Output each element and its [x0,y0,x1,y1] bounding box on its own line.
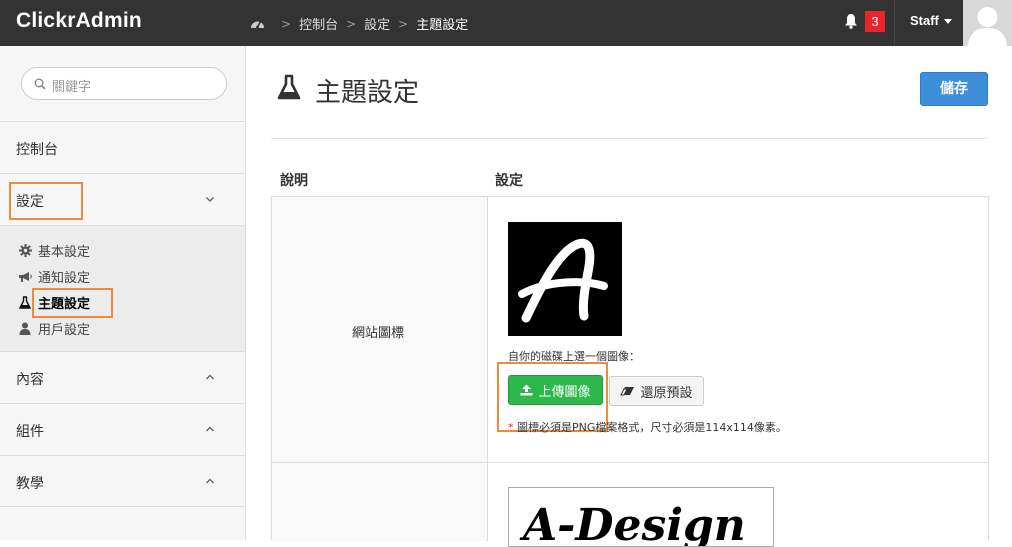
breadcrumb-separator: > [346,16,357,31]
top-navbar: ClickrAdmin > 控制台 > 設定 > 主題設定 3 Staff [0,0,1012,46]
save-button[interactable]: 儲存 [920,72,988,106]
highlight-box [9,182,83,220]
notification-badge[interactable]: 3 [865,11,885,32]
avatar[interactable] [963,0,1012,46]
submenu-item-label: 基本設定 [38,245,91,260]
user-menu[interactable]: Staff [910,13,952,28]
sidebar-item-label: 內容 [16,372,44,388]
column-header-setting: 設定 [495,173,523,189]
description-column: 網站圖標 [272,197,488,541]
user-icon [18,322,32,336]
file-requirements-note: * 圖標必須是PNG檔案格式，尺寸必須是114x114像素。 [508,419,787,435]
navbar-divider [894,0,895,46]
sidebar-item-label: 組件 [16,424,44,440]
flask-icon [18,296,32,310]
sidebar: 關鍵字 控制台 設定 基本設定 通知設定 主題設定 用戶設定 內容 組件 教學 [0,46,246,540]
sidebar-item-components[interactable]: 組件 [0,403,245,455]
column-header-description: 說明 [280,173,308,189]
row-divider [272,462,988,463]
required-asterisk: * [508,421,514,434]
breadcrumb: > 控制台 > 設定 > 主題設定 [250,14,468,33]
submenu-item-user-settings[interactable]: 用戶設定 [18,319,90,338]
chevron-up-icon [206,426,214,432]
search-placeholder: 關鍵字 [52,80,92,95]
gear-icon [18,244,32,258]
bell-icon[interactable] [844,13,858,33]
restore-default-button[interactable]: 還原預設 [609,376,704,406]
caret-down-icon [943,19,952,25]
breadcrumb-dashboard[interactable]: 控制台 [299,14,338,33]
submenu-item-notification-settings[interactable]: 通知設定 [18,267,90,286]
breadcrumb-separator: > [398,16,409,31]
row-description: 網站圖標 [352,326,405,341]
page-title: 主題設定 [315,78,420,108]
submenu-item-label: 用戶設定 [38,323,91,338]
flask-icon [277,74,301,104]
site-icon-preview [508,222,622,336]
submenu-item-label: 通知設定 [38,271,91,286]
user-menu-label: Staff [910,13,939,28]
chevron-down-icon [206,197,214,202]
sidebar-item-label: 控制台 [16,142,58,158]
eraser-icon [620,387,635,396]
dashboard-icon[interactable] [250,17,265,30]
sidebar-item-content[interactable]: 內容 [0,351,245,403]
divider [271,138,988,139]
brand-logo[interactable]: ClickrAdmin [16,9,142,33]
breadcrumb-current: 主題設定 [416,18,469,33]
highlight-box [32,288,113,318]
breadcrumb-separator: > [281,16,292,31]
megaphone-icon [18,270,32,284]
chevron-up-icon [206,478,214,484]
submenu-item-basic-settings[interactable]: 基本設定 [18,241,90,260]
sidebar-item-tutorial[interactable]: 教學 [0,455,245,507]
chevron-up-icon [206,374,214,380]
restore-button-label: 還原預設 [640,385,693,401]
note-text: 圖標必須是PNG檔案格式，尺寸必須是114x114像素。 [517,421,787,434]
sidebar-item-label: 教學 [16,476,44,492]
search-icon [34,78,46,90]
sidebar-item-dashboard[interactable]: 控制台 [0,121,245,173]
breadcrumb-settings[interactable]: 設定 [364,14,390,33]
site-logo-preview: A-Design [508,487,774,547]
search-input[interactable]: 關鍵字 [21,67,227,100]
